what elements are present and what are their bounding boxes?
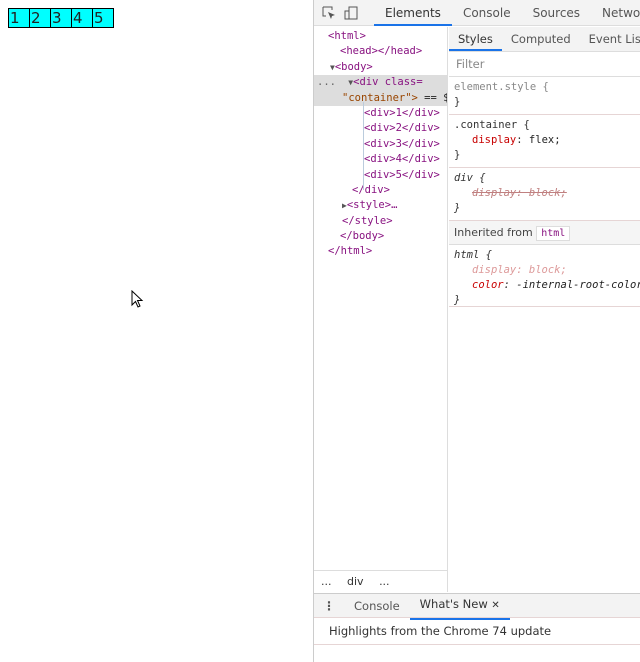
dom-node-style-close[interactable]: </style> xyxy=(314,214,447,229)
dom-node-div[interactable]: <div>1</div> xyxy=(314,106,447,121)
rule-container: .container { display: flex; } xyxy=(449,115,640,168)
flex-item: 2 xyxy=(29,8,50,28)
dom-node-div-close[interactable]: </div> xyxy=(314,183,447,198)
tab-elements[interactable]: Elements xyxy=(374,0,452,26)
inherited-from-header: Inherited from html xyxy=(449,221,640,245)
css-declaration-overridden[interactable]: display: block; xyxy=(454,186,636,201)
drawer-tab-console[interactable]: Console xyxy=(344,594,410,618)
page-viewport: 1 2 3 4 5 xyxy=(0,0,313,662)
tab-network[interactable]: Network xyxy=(591,0,640,26)
inherited-node-link[interactable]: html xyxy=(536,226,571,241)
dom-node-head[interactable]: <head></head> xyxy=(314,44,447,59)
css-declaration[interactable]: display: flex; xyxy=(454,133,636,148)
dom-node-html[interactable]: <html> xyxy=(314,29,447,44)
breadcrumb-item-div[interactable]: div xyxy=(347,575,364,588)
dom-node-body-close[interactable]: </body> xyxy=(314,229,447,244)
breadcrumb: ... div ... xyxy=(314,570,448,592)
dom-node-div[interactable]: <div>4</div> xyxy=(314,152,447,167)
whats-new-content: Highlights from the Chrome 74 update xyxy=(314,618,640,645)
css-declaration[interactable]: color: -internal-root-color xyxy=(454,278,640,293)
drawer-menu-icon[interactable]: ⋮ xyxy=(314,599,344,613)
rule-element-style: element.style { } xyxy=(449,77,640,115)
rule-html: html { display: block; color: -internal-… xyxy=(449,245,640,307)
device-toolbar-icon[interactable] xyxy=(344,4,358,22)
close-icon[interactable]: ✕ xyxy=(491,600,499,611)
dom-node-div[interactable]: <div>3</div> xyxy=(314,137,447,152)
tab-styles[interactable]: Styles xyxy=(449,27,502,51)
tree-guide-line xyxy=(363,102,364,190)
styles-pane: Styles Computed Event Listeners Filter e… xyxy=(449,27,640,593)
flex-item: 1 xyxy=(8,8,29,28)
dom-node-body[interactable]: ▼<body> xyxy=(314,60,447,75)
tab-sources[interactable]: Sources xyxy=(522,0,591,26)
tab-event-listeners[interactable]: Event Listeners xyxy=(580,27,640,51)
mouse-cursor-icon xyxy=(131,290,144,308)
more-dots-icon[interactable]: ... xyxy=(317,76,336,88)
drawer-toolbar: ⋮ Console What's New ✕ xyxy=(314,592,640,620)
devtools-panel: Elements Console Sources Network <html> … xyxy=(313,0,640,662)
rule-div: div { display: block; } xyxy=(449,168,640,221)
styles-tabs: Styles Computed Event Listeners xyxy=(449,27,640,52)
dom-node-div-container[interactable]: ... ▼<div class= "container"> == $0 xyxy=(314,75,447,106)
drawer-tab-whats-new[interactable]: What's New ✕ xyxy=(409,592,510,620)
styles-filter-input[interactable]: Filter xyxy=(449,52,640,77)
devtools-toolbar: Elements Console Sources Network xyxy=(314,0,640,26)
tab-console[interactable]: Console xyxy=(452,0,522,26)
dom-node-style[interactable]: ▶<style>… xyxy=(314,198,447,213)
css-declaration-inactive[interactable]: display: block; xyxy=(454,263,636,278)
inspect-element-icon[interactable] xyxy=(322,4,336,22)
tab-computed[interactable]: Computed xyxy=(502,27,580,51)
dom-tree: <html> <head></head> ▼<body> ... ▼<div c… xyxy=(314,27,448,570)
dom-node-div[interactable]: <div>5</div> xyxy=(314,168,447,183)
breadcrumb-more[interactable]: ... xyxy=(321,575,332,588)
flex-item: 5 xyxy=(92,8,114,28)
dom-node-html-close[interactable]: </html> xyxy=(314,244,447,259)
flex-item: 4 xyxy=(71,8,92,28)
dom-node-div[interactable]: <div>2</div> xyxy=(314,121,447,136)
flex-container: 1 2 3 4 5 xyxy=(8,8,114,28)
flex-item: 3 xyxy=(50,8,71,28)
breadcrumb-more[interactable]: ... xyxy=(379,575,390,588)
